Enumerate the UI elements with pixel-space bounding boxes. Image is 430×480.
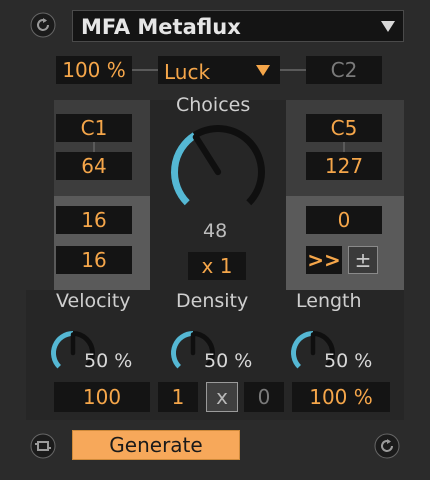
preset-selector[interactable]: MFA Metaflux [72,10,404,42]
connector [93,142,95,152]
density-label: Density [176,290,249,312]
note-field[interactable]: C2 [306,56,382,84]
triangle-down-icon [381,21,395,32]
high-velocity-field[interactable]: 127 [306,152,382,180]
connector [280,69,306,71]
connector [132,69,158,71]
density-left-field[interactable]: 1 [158,382,198,412]
low-note-field[interactable]: C1 [56,114,132,142]
density-percent: 50 % [204,350,253,372]
choices-multiplier[interactable]: x 1 [188,252,246,280]
velocity-percent: 50 % [84,350,133,372]
loop-icon[interactable] [30,433,56,459]
connector [93,234,95,246]
density-right-field[interactable]: 0 [244,382,284,412]
refresh-icon[interactable] [374,433,400,459]
velocity-label: Velocity [56,290,131,312]
preset-name: MFA Metaflux [81,15,241,39]
shift-button[interactable]: >> [306,246,342,274]
knob-value-arc [171,331,194,369]
velocity-field[interactable]: 100 [54,382,150,412]
mode-selector[interactable]: Luck [158,56,280,84]
high-note-field[interactable]: C5 [306,114,382,142]
choices-value: 48 [203,220,228,242]
knob-value-arc [291,331,314,369]
connector [343,142,345,152]
plusminus-button[interactable]: ± [348,246,378,274]
knob-pointer [192,133,222,176]
low-velocity-field[interactable]: 64 [56,152,132,180]
refresh-icon[interactable] [30,12,56,38]
right-value-field[interactable]: 0 [306,206,382,234]
left-value-b[interactable]: 16 [56,246,132,274]
triangle-down-icon [256,65,270,76]
amount-field[interactable]: 100 % [56,56,132,84]
choices-knob[interactable] [170,124,266,220]
length-percent: 50 % [324,350,373,372]
knob-value-arc [51,331,74,369]
generate-button[interactable]: Generate [72,430,240,460]
generate-label: Generate [109,433,203,457]
left-value-a[interactable]: 16 [56,206,132,234]
length-field[interactable]: 100 % [292,382,390,412]
density-toggle[interactable]: x [206,382,238,412]
mode-label: Luck [164,60,211,84]
length-label: Length [296,290,362,312]
knob-value-arc [171,132,197,206]
choices-label: Choices [176,94,251,116]
